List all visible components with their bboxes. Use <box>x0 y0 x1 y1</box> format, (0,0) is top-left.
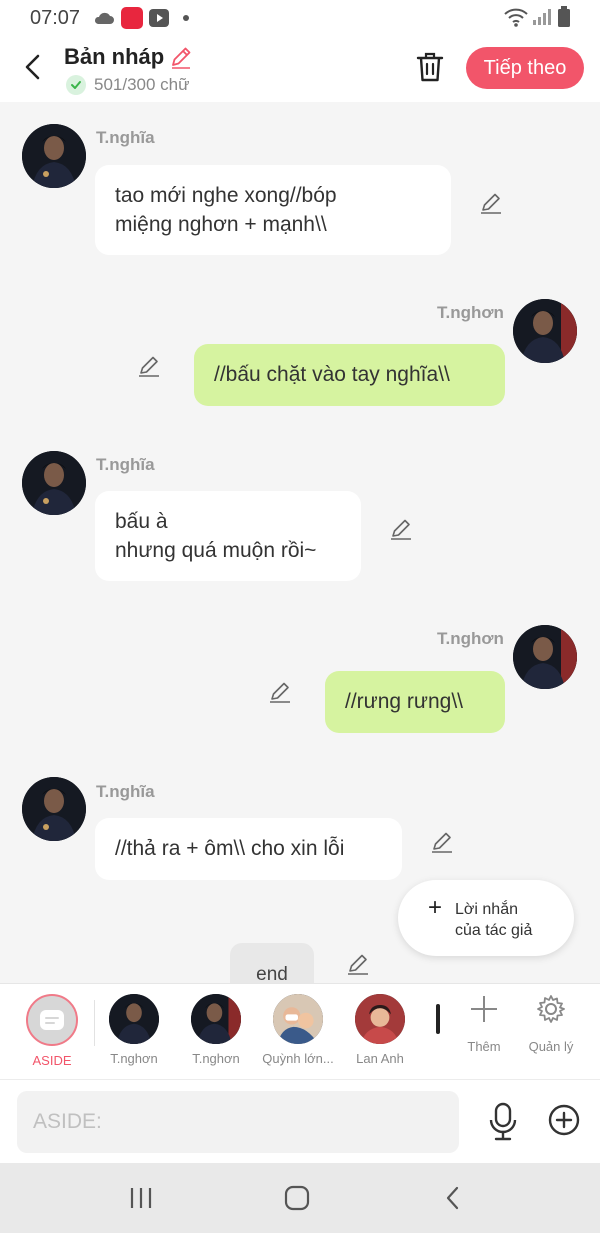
character-item[interactable]: Lan Anh <box>339 994 421 1066</box>
message-bubble[interactable]: //rưng rưng\\ <box>325 671 505 733</box>
recent-apps-icon[interactable] <box>126 1183 156 1213</box>
home-icon[interactable] <box>282 1183 312 1213</box>
edit-message-icon[interactable] <box>388 516 414 542</box>
avatar <box>191 994 241 1044</box>
character-label: Quỳnh lớn... <box>262 1051 334 1066</box>
signal-icon <box>533 9 551 25</box>
back-arrow-icon[interactable] <box>16 50 50 84</box>
check-circle-icon <box>66 75 86 95</box>
edit-message-icon[interactable] <box>429 829 455 855</box>
avatar-partial <box>436 1004 440 1034</box>
aside-icon <box>26 994 78 1046</box>
battery-icon <box>558 6 570 27</box>
author-note-label: Lời nhắn của tác giả <box>455 899 532 941</box>
edit-message-icon[interactable] <box>136 353 162 379</box>
status-bar: 07:07 <box>0 0 600 36</box>
character-label: T.nghơn <box>110 1051 158 1066</box>
plus-icon: + <box>428 894 443 921</box>
character-item[interactable]: T.nghơn <box>93 994 175 1066</box>
character-bar: ASIDE T.nghơn T.nghơn Quỳnh lớn... Lan A… <box>0 983 600 1079</box>
word-count: 501/300 chữ <box>94 75 190 94</box>
plus-icon <box>471 996 497 1022</box>
sender-name: T.nghĩa <box>96 128 155 147</box>
character-label: Lan Anh <box>356 1051 404 1066</box>
character-item[interactable]: Quỳnh lớn... <box>257 994 339 1066</box>
sender-name: T.nghơn <box>437 303 504 322</box>
add-circle-icon[interactable] <box>548 1104 580 1136</box>
message-line: //rưng rưng\\ <box>345 690 463 713</box>
character-label: ASIDE <box>32 1053 72 1068</box>
next-button[interactable]: Tiếp theo <box>466 47 584 89</box>
chat-area[interactable]: T.nghĩa tao mới nghe xong//bóp miệng ngh… <box>0 102 600 983</box>
avatar <box>355 994 405 1044</box>
avatar[interactable] <box>22 451 86 515</box>
message-line: bấu à <box>115 510 168 533</box>
status-time: 07:07 <box>30 7 81 29</box>
screen: 07:07 Bản nháp 501/300 chữ Tiếp theo T.n… <box>0 0 600 1233</box>
message-bubble[interactable]: //bấu chặt vào tay nghĩa\\ <box>194 344 505 406</box>
system-nav-bar <box>0 1163 600 1233</box>
app-header: Bản nháp 501/300 chữ Tiếp theo <box>0 36 600 102</box>
edit-message-icon[interactable] <box>345 951 371 977</box>
message-line: //bấu chặt vào tay nghĩa\\ <box>214 363 450 386</box>
dot-icon <box>183 15 189 21</box>
add-character-label: Thêm <box>467 1039 501 1054</box>
page-title: Bản nháp <box>64 44 165 69</box>
author-note-button[interactable]: + Lời nhắn của tác giả <box>398 880 574 956</box>
mangatoon-app-icon <box>121 7 143 29</box>
character-item[interactable]: T.nghơn <box>175 994 257 1066</box>
character-label: T.nghơn <box>192 1051 240 1066</box>
gear-icon <box>537 995 565 1023</box>
add-character-button[interactable]: Thêm <box>454 994 514 1054</box>
edit-message-icon[interactable] <box>267 679 293 705</box>
trash-icon[interactable] <box>414 50 446 84</box>
manage-button[interactable]: Quản lý <box>521 994 581 1054</box>
sender-name: T.nghĩa <box>96 455 155 474</box>
manage-label: Quản lý <box>528 1039 574 1054</box>
cloud-icon <box>94 12 114 24</box>
message-line: miệng nghơn + mạnh\\ <box>115 213 327 236</box>
message-line: nhưng quá muộn rồi~ <box>115 539 317 562</box>
message-bubble[interactable]: bấu à nhưng quá muộn rồi~ <box>95 491 361 581</box>
avatar[interactable] <box>22 124 86 188</box>
message-bubble[interactable]: tao mới nghe xong//bóp miệng nghơn + mạn… <box>95 165 451 255</box>
message-line: //thả ra + ôm\\ cho xin lỗi <box>115 837 345 860</box>
character-aside[interactable]: ASIDE <box>11 994 93 1068</box>
back-icon[interactable] <box>438 1183 468 1213</box>
message-input[interactable] <box>17 1091 459 1153</box>
wifi-icon <box>504 8 528 27</box>
sender-name: T.nghơn <box>437 629 504 648</box>
avatar[interactable] <box>513 299 577 363</box>
avatar <box>109 994 159 1044</box>
author-note-line: của tác giả <box>455 922 533 939</box>
youtube-app-icon <box>149 9 169 27</box>
edit-title-icon[interactable] <box>168 44 194 70</box>
author-note-line: Lời nhắn <box>455 901 518 918</box>
input-bar <box>0 1079 600 1163</box>
message-bubble[interactable]: //thả ra + ôm\\ cho xin lỗi <box>95 818 402 880</box>
avatar[interactable] <box>22 777 86 841</box>
sender-name: T.nghĩa <box>96 782 155 801</box>
edit-message-icon[interactable] <box>478 190 504 216</box>
avatar <box>273 994 323 1044</box>
avatar[interactable] <box>513 625 577 689</box>
microphone-icon[interactable] <box>486 1102 520 1142</box>
word-count-row: 501/300 chữ <box>66 74 190 96</box>
message-line: tao mới nghe xong//bóp <box>115 184 337 207</box>
